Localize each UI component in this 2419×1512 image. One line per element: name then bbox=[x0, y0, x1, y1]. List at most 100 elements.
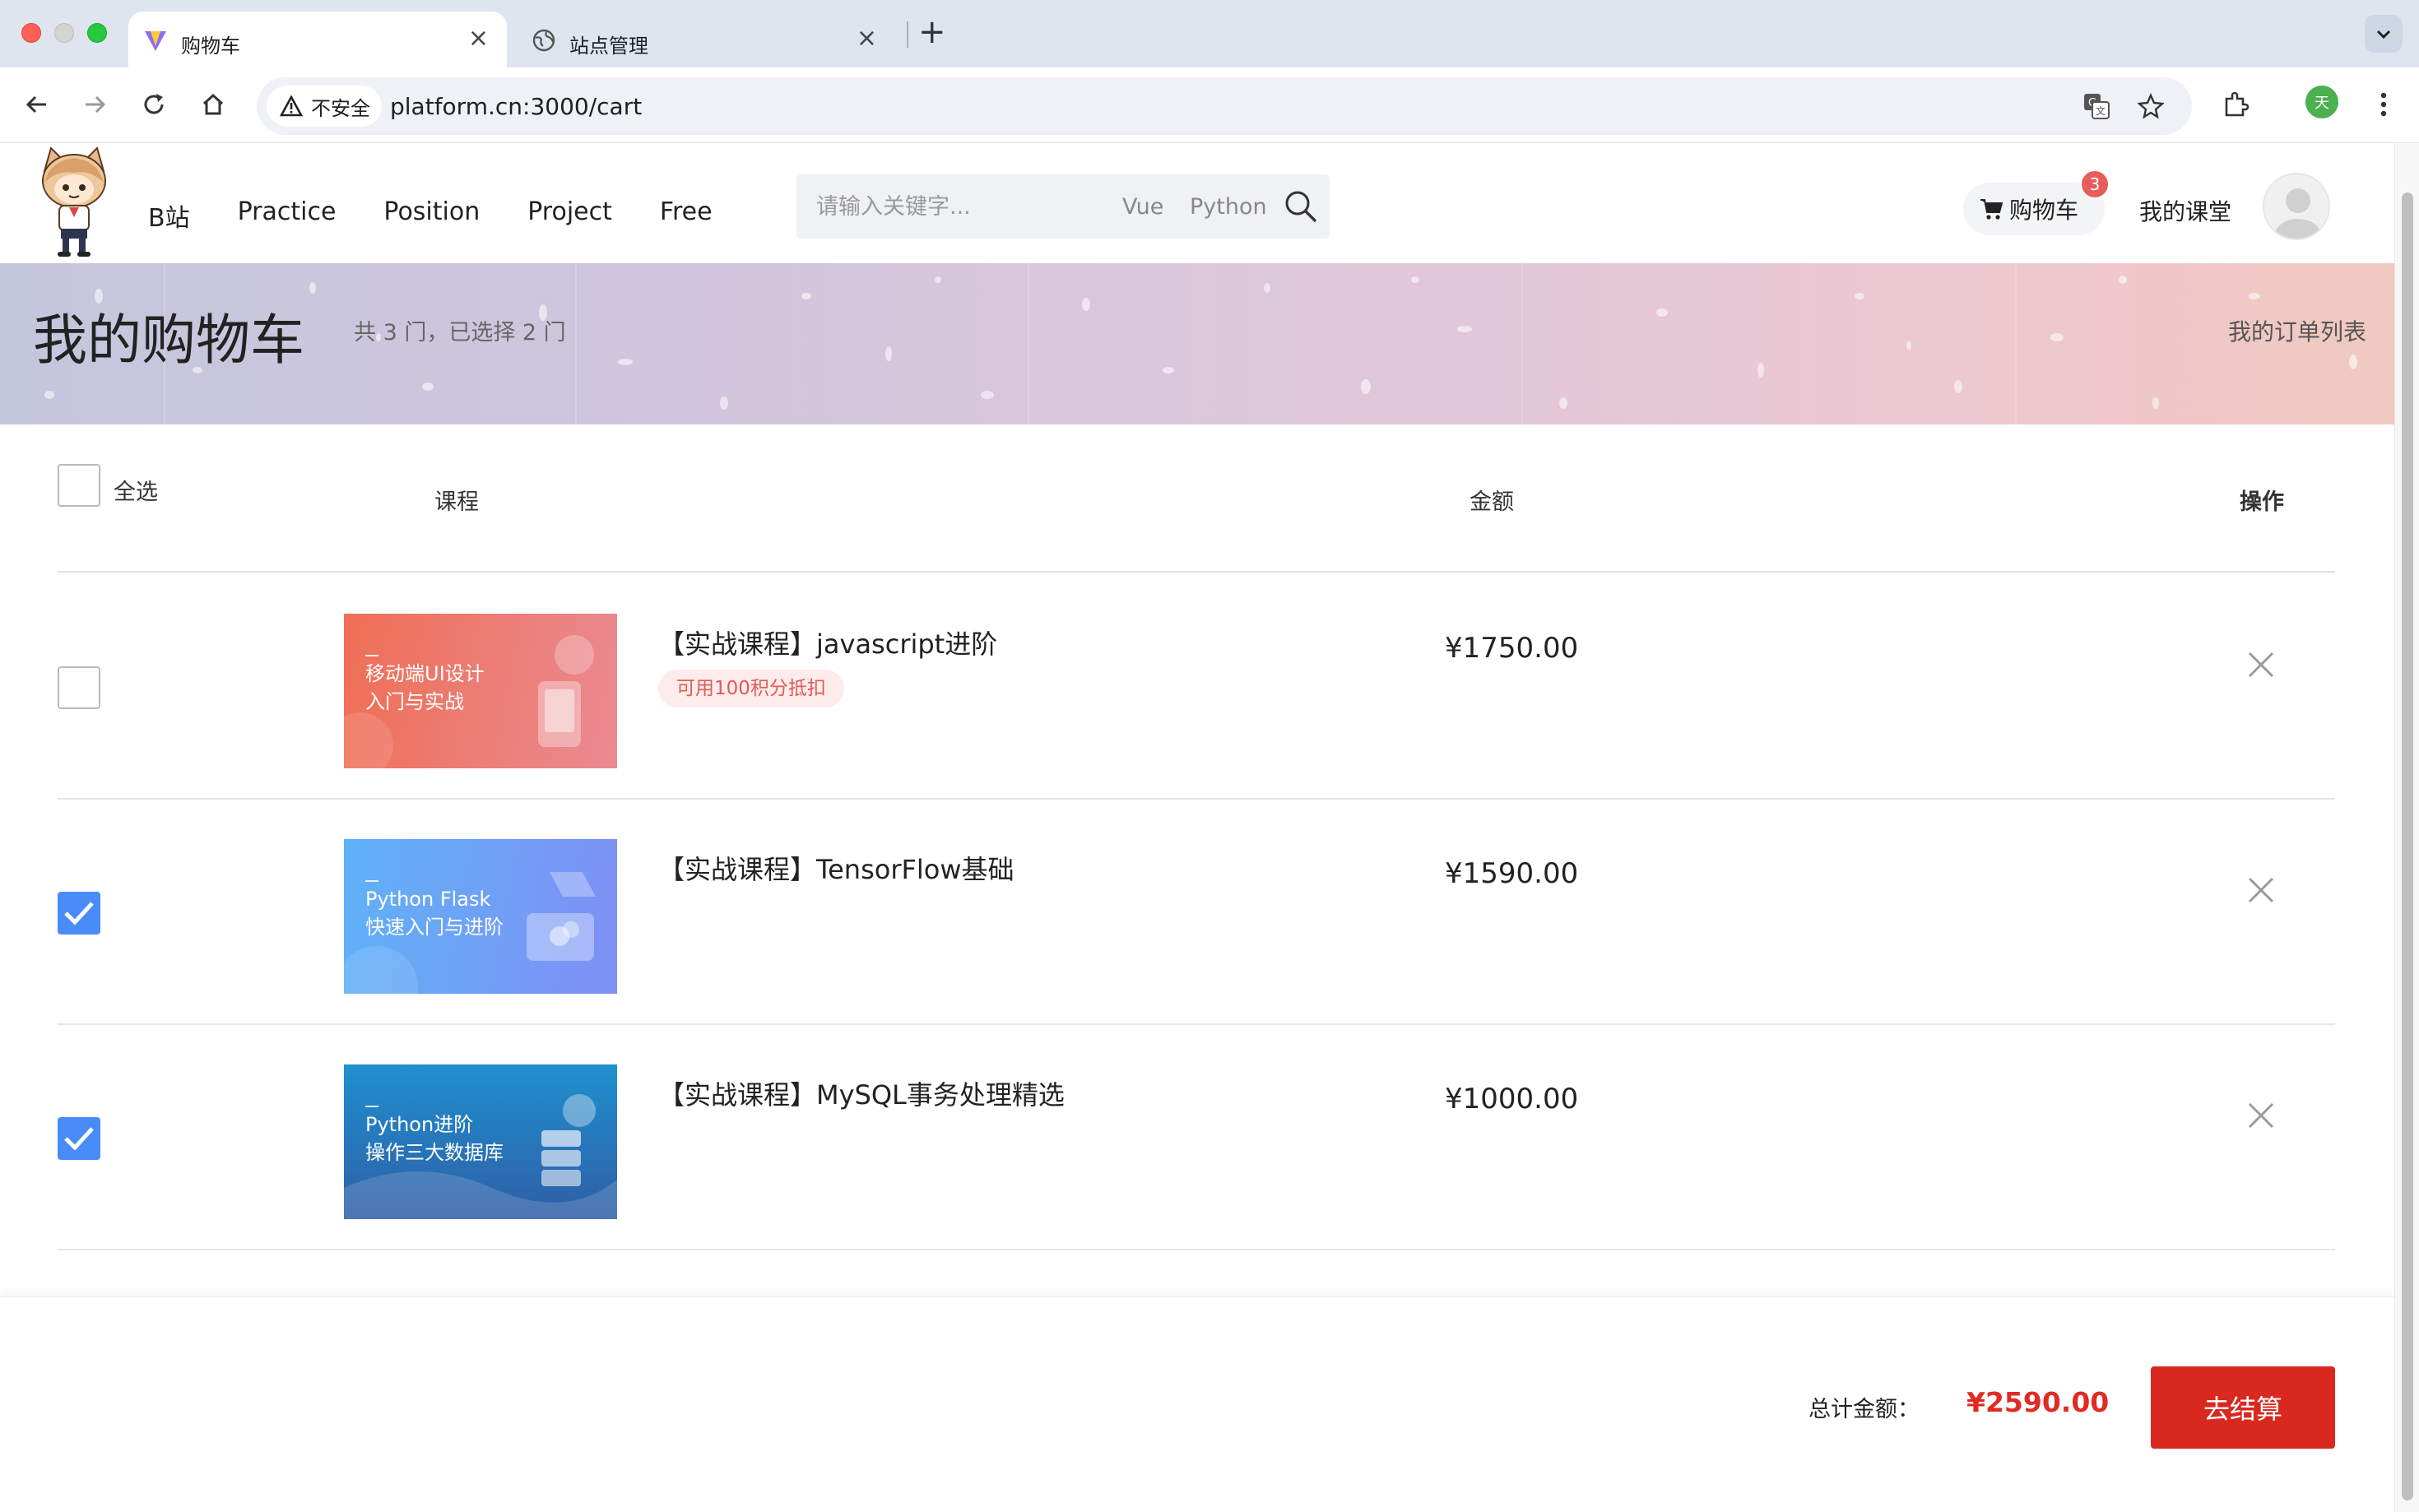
search-tag-vue[interactable]: Vue bbox=[1122, 194, 1163, 220]
cart-banner: 我的购物车 共 3 门，已选择 2 门 我的订单列表 bbox=[0, 263, 2394, 424]
scrollbar-thumb[interactable] bbox=[2402, 192, 2413, 1500]
chevron-down-icon bbox=[2376, 30, 2391, 39]
security-label: 不安全 bbox=[311, 96, 370, 120]
tab-title: 购物车 bbox=[181, 35, 240, 58]
search-icon bbox=[1285, 191, 1317, 223]
main-nav: B站 Practice Position Project Free bbox=[148, 197, 713, 234]
thumbnail-dash bbox=[365, 880, 378, 882]
table-row: Python Flask 快速入门与进阶 【实战课程】TensorFlow基础 … bbox=[58, 800, 2335, 1025]
table-row: Python进阶 操作三大数据库 【实战课程】MySQL事务处理精选 ¥1000… bbox=[58, 1025, 2335, 1250]
translate-icon[interactable]: G文 bbox=[2082, 91, 2111, 121]
nav-item-bilibili[interactable]: B站 bbox=[148, 197, 190, 234]
my-classroom-link[interactable]: 我的课堂 bbox=[2139, 194, 2231, 227]
page-content: B站 Practice Position Project Free Vue Py… bbox=[0, 143, 2394, 1512]
course-thumbnail[interactable]: Python Flask 快速入门与进阶 bbox=[344, 839, 617, 994]
thumbnail-text: 移动端UI设计 入门与实战 bbox=[365, 662, 485, 713]
row-checkbox[interactable] bbox=[58, 1117, 100, 1160]
reload-icon bbox=[144, 94, 164, 114]
globe-icon bbox=[532, 29, 555, 52]
address-bar[interactable]: 不安全 platform.cn:3000/cart G文 bbox=[257, 77, 2192, 135]
tab-site-management[interactable]: 站点管理 × bbox=[517, 12, 895, 67]
url-text[interactable]: platform.cn:3000/cart bbox=[390, 93, 642, 120]
page-scrollbar[interactable] bbox=[2394, 143, 2419, 1512]
search-tag-python[interactable]: Python bbox=[1190, 194, 1267, 220]
new-tab-button[interactable]: + bbox=[918, 13, 946, 51]
more-menu-icon[interactable] bbox=[2365, 86, 2403, 123]
table-header: 全选 课程 金额 操作 bbox=[58, 424, 2335, 573]
thumbnail-text: Python Flask 快速入门与进阶 bbox=[365, 888, 504, 939]
back-button[interactable] bbox=[18, 86, 56, 123]
course-price: ¥1750.00 bbox=[1445, 632, 1579, 665]
warning-icon bbox=[280, 95, 303, 117]
arrow-right-icon bbox=[86, 95, 106, 114]
minimize-window-button[interactable] bbox=[54, 23, 74, 43]
search-input[interactable] bbox=[816, 189, 1112, 224]
course-title[interactable]: 【实战课程】TensorFlow基础 bbox=[658, 849, 1014, 887]
course-thumbnail[interactable]: 移动端UI设计 入门与实战 bbox=[344, 614, 617, 768]
column-header-course: 课程 bbox=[434, 489, 479, 515]
cart-icon bbox=[1980, 199, 2003, 220]
browser-toolbar: 不安全 platform.cn:3000/cart G文 bbox=[0, 67, 2419, 143]
course-price: ¥1000.00 bbox=[1445, 1083, 1579, 1115]
thumbnail-dash bbox=[365, 655, 378, 656]
nav-item-project[interactable]: Project bbox=[527, 197, 612, 234]
thumbnail-dash bbox=[365, 1106, 378, 1107]
tab-cart[interactable]: 购物车 × bbox=[128, 12, 507, 67]
cart-label: 购物车 bbox=[2009, 197, 2079, 224]
user-avatar[interactable] bbox=[2263, 173, 2330, 240]
arrow-left-icon bbox=[26, 95, 46, 114]
checkout-bar: 总计金额： ¥2590.00 去结算 bbox=[0, 1296, 2394, 1512]
select-all-checkbox[interactable] bbox=[58, 464, 100, 507]
row-checkbox[interactable] bbox=[58, 892, 100, 935]
course-price: ¥1590.00 bbox=[1445, 857, 1579, 890]
close-tab-icon[interactable]: × bbox=[468, 26, 489, 51]
nav-item-free[interactable]: Free bbox=[660, 197, 713, 234]
vite-icon bbox=[145, 31, 166, 51]
svg-text:文: 文 bbox=[2096, 104, 2106, 117]
checkmark-icon bbox=[64, 902, 94, 925]
profile-avatar[interactable]: 天 bbox=[2305, 86, 2338, 118]
tab-title: 站点管理 bbox=[569, 35, 648, 58]
order-list-link[interactable]: 我的订单列表 bbox=[2228, 314, 2366, 347]
close-icon[interactable] bbox=[2243, 647, 2279, 683]
reload-button[interactable] bbox=[135, 86, 173, 123]
course-thumbnail[interactable]: Python进阶 操作三大数据库 bbox=[344, 1064, 617, 1219]
course-title[interactable]: 【实战课程】MySQL事务处理精选 bbox=[658, 1074, 1065, 1112]
nav-item-position[interactable]: Position bbox=[383, 197, 480, 234]
close-window-button[interactable] bbox=[21, 23, 41, 43]
cart-count-badge: 3 bbox=[2080, 169, 2110, 199]
checkout-button[interactable]: 去结算 bbox=[2151, 1366, 2335, 1449]
search-box: Vue Python bbox=[796, 174, 1330, 239]
security-chip[interactable]: 不安全 bbox=[267, 86, 382, 127]
site-header: B站 Practice Position Project Free Vue Py… bbox=[0, 143, 2394, 263]
browser-tab-bar: 购物车 × 站点管理 × + bbox=[0, 0, 2419, 67]
row-checkbox[interactable] bbox=[58, 666, 100, 709]
checkmark-icon bbox=[64, 1127, 94, 1151]
close-icon[interactable] bbox=[2243, 1097, 2279, 1134]
points-tag: 可用100积分抵扣 bbox=[658, 670, 844, 707]
extensions-icon[interactable] bbox=[2217, 86, 2254, 123]
page-title: 我的购物车 bbox=[33, 308, 304, 372]
bookmark-star-icon[interactable] bbox=[2136, 91, 2166, 121]
maximize-window-button[interactable] bbox=[87, 23, 107, 43]
close-tab-icon[interactable]: × bbox=[857, 26, 877, 51]
close-icon[interactable] bbox=[2243, 872, 2279, 908]
default-avatar-icon bbox=[2275, 188, 2321, 239]
table-row: 移动端UI设计 入门与实战 【实战课程】javascript进阶 可用100积分… bbox=[58, 574, 2335, 800]
tab-separator bbox=[907, 21, 908, 48]
column-header-amount: 金额 bbox=[1470, 489, 1514, 515]
column-header-action: 操作 bbox=[2240, 489, 2284, 515]
forward-button[interactable] bbox=[76, 86, 114, 123]
cart-summary: 共 3 门，已选择 2 门 bbox=[354, 320, 566, 346]
mascot-logo[interactable] bbox=[33, 145, 115, 260]
search-button[interactable] bbox=[1280, 186, 1321, 227]
home-icon bbox=[202, 93, 224, 115]
course-title[interactable]: 【实战课程】javascript进阶 bbox=[658, 624, 997, 661]
home-button[interactable] bbox=[194, 86, 232, 123]
nav-item-practice[interactable]: Practice bbox=[238, 197, 337, 234]
total-label: 总计金额： bbox=[1808, 1397, 1920, 1422]
total-amount: ¥2590.00 bbox=[1966, 1386, 2110, 1418]
tab-search-button[interactable] bbox=[2365, 15, 2403, 53]
select-all-label[interactable]: 全选 bbox=[114, 474, 158, 506]
thumbnail-text: Python进阶 操作三大数据库 bbox=[365, 1113, 504, 1164]
